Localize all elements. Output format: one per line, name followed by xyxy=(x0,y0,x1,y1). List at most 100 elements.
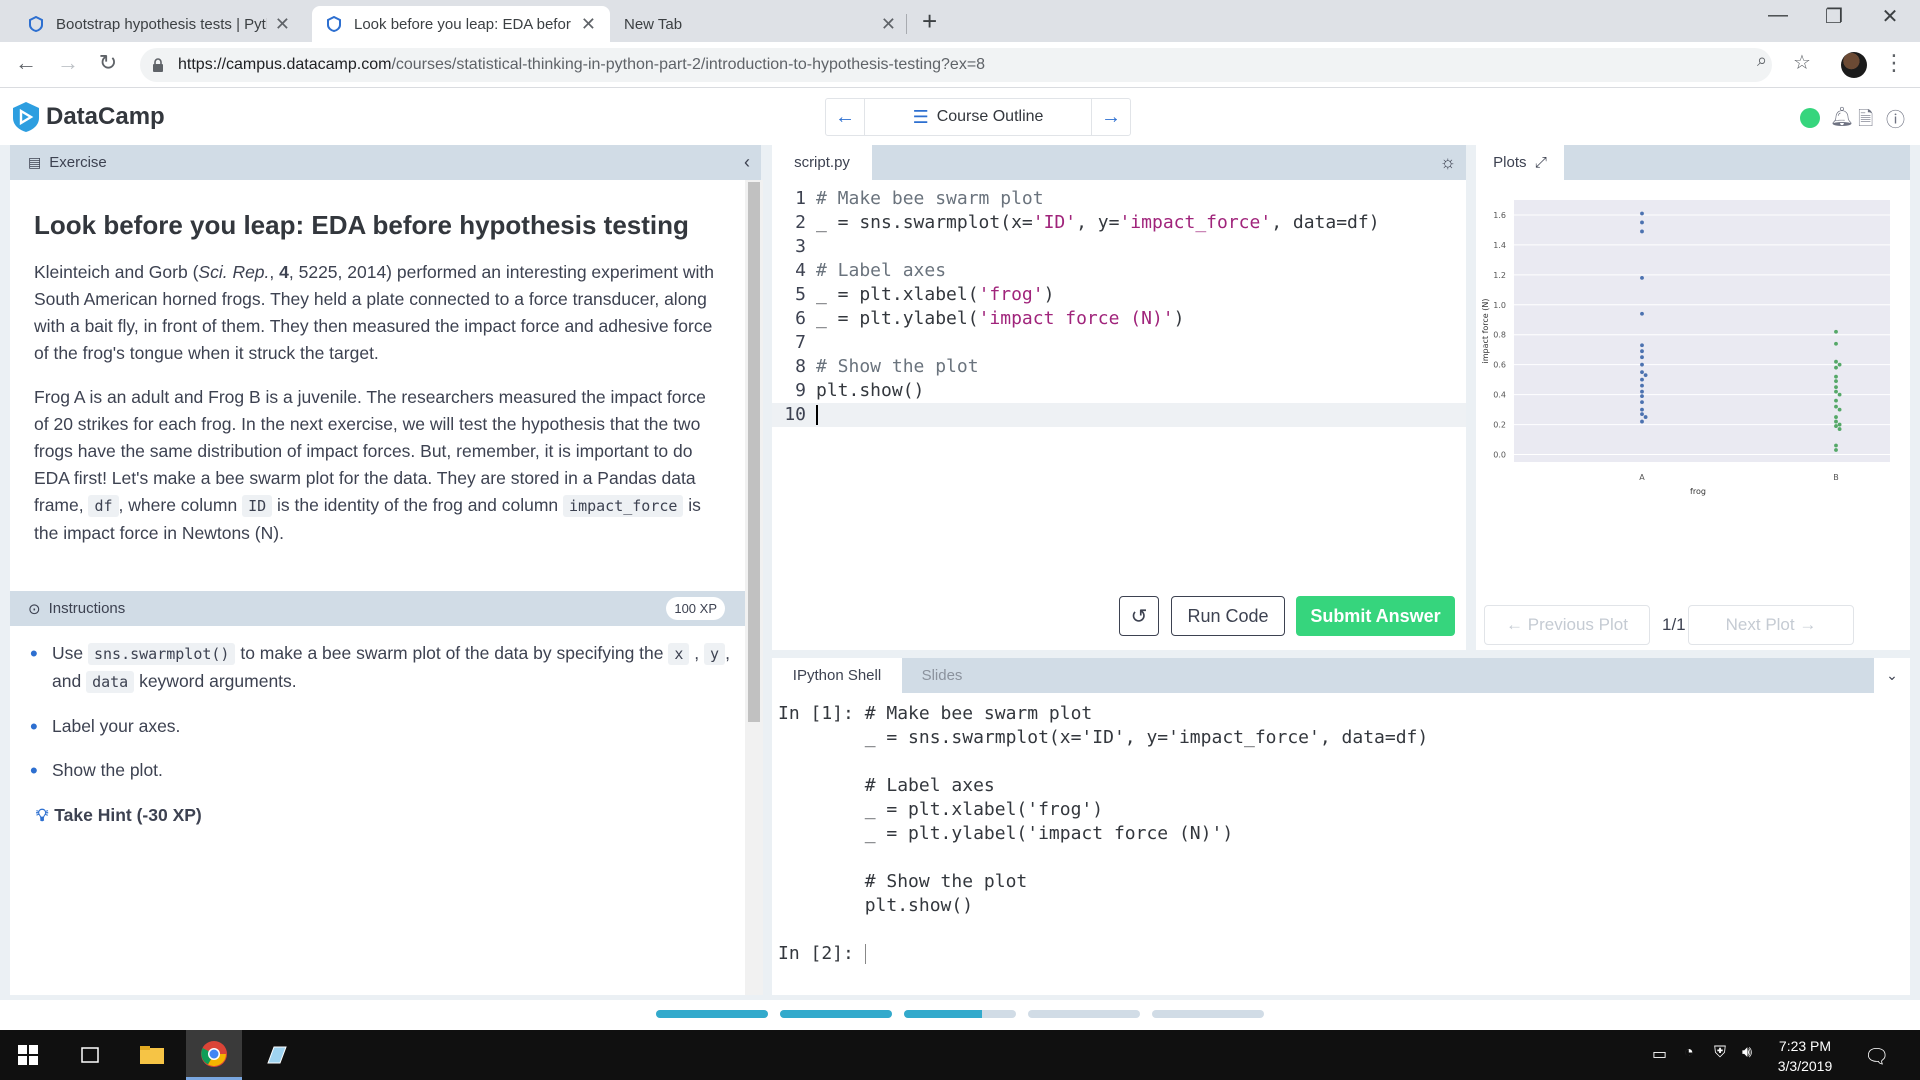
course-navigation: ← ☰ Course Outline → xyxy=(825,98,1131,136)
take-hint-button[interactable]: 💡︎ Take Hint (-30 XP) xyxy=(36,805,202,826)
course-outline-button[interactable]: ☰ Course Outline xyxy=(864,99,1092,135)
close-icon[interactable]: ✕ xyxy=(275,14,290,35)
new-tab-button[interactable]: + xyxy=(922,6,937,37)
tab-ipython-shell[interactable]: IPython Shell xyxy=(772,658,902,693)
task-view-icon[interactable] xyxy=(62,1030,118,1080)
wifi-icon[interactable]: ◔ xyxy=(1684,1044,1694,1062)
shell-prompt[interactable]: In [2]: xyxy=(778,942,1428,966)
reset-button[interactable]: ↺ xyxy=(1119,596,1159,636)
zoom-icon[interactable]: ⌕ xyxy=(1746,50,1778,71)
list-item: Use sns.swarmplot() to make a bee swarm … xyxy=(30,640,730,696)
progress-fill xyxy=(904,1010,983,1018)
previous-exercise-arrow-icon[interactable]: ← xyxy=(826,106,864,129)
line-number: 8 xyxy=(795,356,806,377)
browser-tab-eda[interactable]: Look before you leap: EDA befor ✕ xyxy=(312,6,610,42)
next-plot-button[interactable]: Next Plot → xyxy=(1688,605,1854,645)
window-close-icon[interactable]: ✕ xyxy=(1870,4,1910,29)
code-line[interactable]: 10 xyxy=(772,403,1466,427)
code-area[interactable]: 1 # Make bee swarm plot 2 _ = sns.swarmplot… xyxy=(772,187,1466,427)
notepad-app-icon[interactable] xyxy=(248,1030,304,1080)
code-line[interactable]: 2 _ = sns.swarmplot(x='ID', y='impact_for… xyxy=(772,211,1466,235)
chrome-icon[interactable] xyxy=(186,1030,242,1080)
tab-plots[interactable]: Plots ⤢ xyxy=(1476,145,1564,180)
exercise-body: Look before you leap: EDA before hypothe… xyxy=(10,180,745,547)
tab-slides[interactable]: Slides xyxy=(902,658,982,693)
browser-tab-bar: Bootstrap hypothesis tests | Pyth ✕ Look… xyxy=(0,0,1920,42)
collapse-panel-chevron-icon[interactable]: ‹ xyxy=(733,145,761,180)
browser-tab-bootstrap[interactable]: Bootstrap hypothesis tests | Pyth ✕ xyxy=(14,6,304,42)
shell-line: # Label axes xyxy=(778,775,995,796)
plot-background xyxy=(1514,200,1890,462)
progress-segment xyxy=(656,1010,768,1018)
shell-output[interactable]: In [1]: # Make bee swarm plot _ = sns.sw… xyxy=(778,702,1428,966)
progress-segment xyxy=(1028,1010,1140,1018)
code-line[interactable]: 3 xyxy=(772,235,1466,259)
data-point-b xyxy=(1837,422,1842,427)
tab-title: Bootstrap hypothesis tests | Pyth xyxy=(56,15,267,33)
code-line[interactable]: 6 _ = plt.ylabel('impact force (N)') xyxy=(772,307,1466,331)
forward-icon[interactable]: → xyxy=(52,50,84,76)
shield-icon[interactable]: ⛨ xyxy=(1714,1044,1726,1062)
data-point-a xyxy=(1643,415,1648,419)
code-line[interactable]: 7 xyxy=(772,331,1466,355)
list-item: Label your axes. xyxy=(30,713,730,740)
menu-kebab-icon[interactable]: ⋮ xyxy=(1878,50,1910,76)
line-number: 4 xyxy=(795,260,806,281)
settings-icon[interactable]: ☼ xyxy=(1440,152,1457,173)
back-icon[interactable]: ← xyxy=(10,50,42,76)
code-line[interactable]: 1 # Make bee swarm plot xyxy=(772,187,1466,211)
exercise-panel: ▤ Exercise Look before you leap: EDA bef… xyxy=(10,145,745,995)
line-number: 10 xyxy=(784,404,806,425)
slides-pdf-icon[interactable]: 🗎 xyxy=(1858,105,1873,137)
exercise-label: Exercise xyxy=(49,154,107,171)
data-point-a xyxy=(1640,355,1644,360)
y-tick-label: 1.2 xyxy=(1493,271,1506,280)
x-tick-label: A xyxy=(1639,473,1645,482)
data-point-a xyxy=(1640,275,1644,280)
tab-script-py[interactable]: script.py xyxy=(772,145,872,180)
code-line[interactable]: 8 # Show the plot xyxy=(772,355,1466,379)
browser-tab-newtab[interactable]: New Tab ✕ xyxy=(610,6,910,42)
course-outline-label: Course Outline xyxy=(936,108,1044,125)
reload-icon[interactable]: ↻ xyxy=(92,50,124,76)
code-editor-panel: script.py ☼ 1 # Make bee swarm plot 2 _ = s… xyxy=(772,145,1466,650)
info-icon[interactable]: ⓘ xyxy=(1886,105,1905,132)
data-point-a xyxy=(1640,370,1644,375)
restore-icon[interactable]: ❐ xyxy=(1814,4,1854,29)
url-bar[interactable]: https://campus.datacamp.com/courses/stat… xyxy=(140,48,1772,82)
file-explorer-icon[interactable] xyxy=(124,1030,180,1080)
windows-start-icon[interactable] xyxy=(0,1030,56,1080)
next-exercise-arrow-icon[interactable]: → xyxy=(1092,106,1130,129)
data-point-a xyxy=(1640,343,1644,348)
data-point-a xyxy=(1640,419,1644,424)
minimize-icon[interactable]: — xyxy=(1758,4,1798,27)
exercise-header: ▤ Exercise xyxy=(10,145,745,180)
code-line[interactable]: 9 plt.show() xyxy=(772,379,1466,403)
datacamp-logo[interactable]: DataCamp xyxy=(12,101,165,133)
code-line[interactable]: 5 _ = plt.xlabel('frog') xyxy=(772,283,1466,307)
system-clock[interactable]: 7:23 PM 3/3/2019 xyxy=(1760,1036,1850,1076)
check-circle-icon: ⊙ xyxy=(28,600,41,618)
x-tick-label: B xyxy=(1833,473,1839,482)
data-point-b xyxy=(1834,341,1838,346)
scrollbar-thumb[interactable] xyxy=(748,182,760,722)
notification-bell-icon[interactable]: 🔔︎ xyxy=(1830,105,1854,129)
volume-icon[interactable]: 🔊︎ xyxy=(1742,1044,1752,1062)
data-point-a xyxy=(1640,220,1644,225)
code-line[interactable]: 4 # Label axes xyxy=(772,259,1466,283)
close-icon[interactable]: ✕ xyxy=(581,14,596,35)
bookmark-star-icon[interactable]: ☆ xyxy=(1786,50,1818,75)
previous-plot-button[interactable]: ← Previous Plot xyxy=(1484,605,1650,645)
data-point-b xyxy=(1834,398,1838,403)
exercise-scrollbar[interactable] xyxy=(745,180,763,995)
chevron-down-icon[interactable]: ⌄ xyxy=(1874,658,1910,693)
run-code-button[interactable]: Run Code xyxy=(1171,596,1285,636)
action-center-icon[interactable]: 🗨︎ xyxy=(1864,1044,1889,1069)
data-point-a xyxy=(1640,229,1644,234)
submit-answer-button[interactable]: Submit Answer xyxy=(1296,596,1455,636)
expand-icon[interactable]: ⤢ xyxy=(1535,154,1547,171)
battery-icon[interactable]: ▭ xyxy=(1652,1044,1667,1064)
y-tick-label: 1.6 xyxy=(1493,211,1506,220)
close-icon[interactable]: ✕ xyxy=(881,14,896,35)
avatar[interactable] xyxy=(1841,52,1867,78)
